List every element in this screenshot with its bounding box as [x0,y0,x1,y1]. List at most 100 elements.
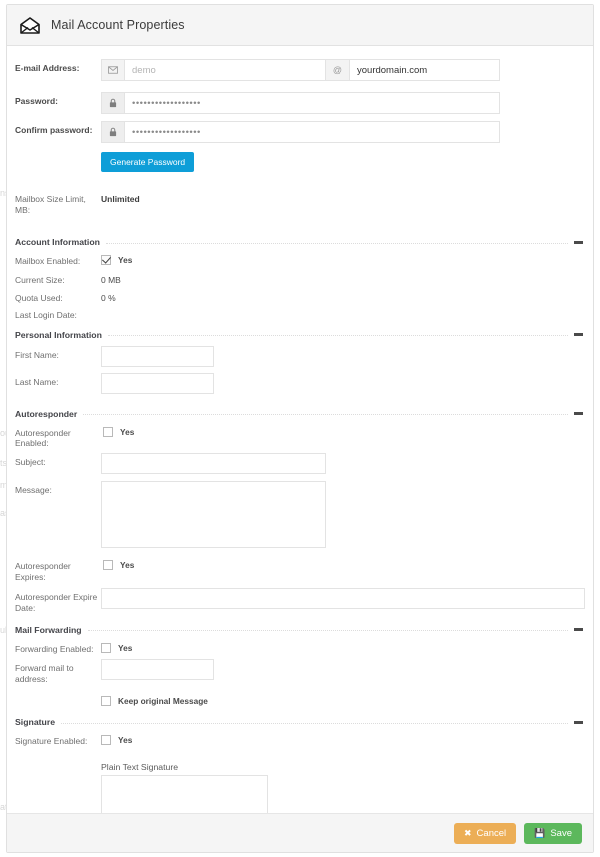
section-title: Account Information [15,237,100,248]
section-rule [105,242,568,244]
forward-to-address-input[interactable] [101,659,214,681]
email-address-row: E-mail Address: @ [7,59,593,81]
forwarding-enabled-checkbox[interactable] [101,642,111,653]
autoresponder-message-textarea[interactable] [101,481,326,548]
email-domain-input[interactable] [350,59,500,81]
lock-icon [101,92,125,114]
forward-to-address-label: Forward mail to address: [15,663,74,684]
keep-original-message-row: Keep original Message [7,693,593,707]
autoresponder-subject-row: Subject: [7,453,593,474]
floppy-disk-icon: 💾 [534,827,546,838]
current-size-row: Current Size: 0 MB [7,271,593,286]
email-address-input-group: @ [101,59,585,81]
section-account-information: Account Information [7,237,593,247]
keep-original-message-label: Keep original Message [118,696,208,707]
last-login-date-row: Last Login Date: [7,306,593,321]
autoresponder-subject-input[interactable] [101,453,326,474]
password-input[interactable] [125,92,500,114]
minus-icon[interactable] [574,720,583,724]
generate-password-spacer [15,152,101,156]
autoresponder-expires-label: Autoresponder Expires: [15,561,71,582]
generate-password-row: Generate Password [7,152,593,172]
current-size-label: Current Size: [15,274,65,285]
cancel-button[interactable]: ✖ Cancel [454,822,517,844]
section-title: Autoresponder [15,408,78,419]
minus-icon[interactable] [574,240,583,244]
quota-used-row: Quota Used: 0 % [7,289,593,304]
save-button[interactable]: 💾 Save [524,822,582,844]
autoresponder-enabled-checkbox[interactable] [103,426,113,437]
first-name-label: First Name: [15,349,59,360]
section-rule [61,722,568,724]
section-signature: Signature [7,717,593,727]
first-name-input[interactable] [101,345,214,367]
mailbox-size-limit-value: Unlimited [101,194,140,204]
plain-text-signature-row: Plain Text Signature [7,762,593,814]
autoresponder-message-label: Message: [15,485,52,495]
dialog-footer: ✖ Cancel 💾 Save [7,813,593,852]
section-rule [87,630,568,631]
mail-account-properties-dialog: Mail Account Properties E-mail Address: … [6,4,594,853]
autoresponder-message-row: Message: [7,481,593,553]
section-rule [107,335,568,337]
plain-text-signature-textarea[interactable] [101,775,268,814]
password-input-group [101,92,585,114]
signature-enabled-label: Signature Enabled: [15,736,88,747]
first-name-row: First Name: [7,345,593,367]
autoresponder-expire-date-label: Autoresponder Expire Date: [15,592,98,613]
last-name-row: Last Name: [7,372,593,394]
last-name-input[interactable] [101,372,214,394]
autoresponder-expires-checkbox[interactable] [103,560,113,570]
email-address-label: E-mail Address: [15,63,80,73]
cancel-button-label: Cancel [476,827,507,839]
autoresponder-enabled-yes-label: Yes [120,426,135,437]
open-envelope-icon [19,14,41,36]
signature-enabled-checkbox[interactable] [101,735,111,746]
at-symbol-addon: @ [326,59,350,81]
section-rule [83,414,568,416]
section-autoresponder: Autoresponder [7,409,593,419]
forwarding-enabled-yes-label: Yes [118,642,133,653]
minus-icon[interactable] [574,333,583,337]
password-row: Password: [7,92,593,114]
forwarding-enabled-label: Forwarding Enabled: [15,643,94,654]
confirm-password-input[interactable] [125,121,500,143]
autoresponder-subject-label: Subject: [15,457,46,467]
signature-enabled-yes-label: Yes [118,735,133,746]
autoresponder-expires-row: Autoresponder Expires: Yes [7,557,593,582]
section-title: Signature [15,717,56,728]
dialog-header: Mail Account Properties [7,5,593,46]
minus-icon[interactable] [574,628,583,631]
section-personal-information: Personal Information [7,330,593,340]
current-size-value: 0 MB [101,274,121,285]
mailbox-enabled-label: Mailbox Enabled: [15,256,81,267]
mailbox-enabled-checkbox[interactable] [101,255,111,266]
confirm-password-row: Confirm password: [7,121,593,143]
mailbox-enabled-yes-label: Yes [118,255,133,266]
section-title: Mail Forwarding [15,624,82,635]
keep-original-spacer [15,693,101,697]
autoresponder-expire-date-row: Autoresponder Expire Date: [7,588,593,613]
keep-original-message-checkbox[interactable] [101,696,111,707]
confirm-password-input-group [101,121,585,143]
password-label: Password: [15,96,58,106]
generate-password-button[interactable]: Generate Password [101,152,195,172]
minus-icon[interactable] [574,412,583,416]
save-button-label: Save [550,827,572,839]
last-name-label: Last Name: [15,376,59,387]
section-title: Personal Information [15,329,102,340]
section-mail-forwarding: Mail Forwarding [7,625,593,635]
times-icon: ✖ [464,827,472,838]
forwarding-enabled-row: Forwarding Enabled: Yes [7,640,593,655]
quota-used-label: Quota Used: [15,292,63,303]
envelope-icon [101,59,125,81]
autoresponder-expire-date-input[interactable] [101,588,585,610]
autoresponder-enabled-row: Autoresponder Enabled: Yes [7,424,593,449]
email-local-input[interactable] [125,59,326,81]
last-login-date-label: Last Login Date: [15,310,77,321]
plain-text-signature-spacer [15,762,101,766]
mailbox-size-limit-row: Mailbox Size Limit, MB: Unlimited [7,190,593,215]
mailbox-enabled-row: Mailbox Enabled: Yes [7,252,593,267]
autoresponder-enabled-label: Autoresponder Enabled: [15,427,71,449]
page-title: Mail Account Properties [51,18,185,32]
